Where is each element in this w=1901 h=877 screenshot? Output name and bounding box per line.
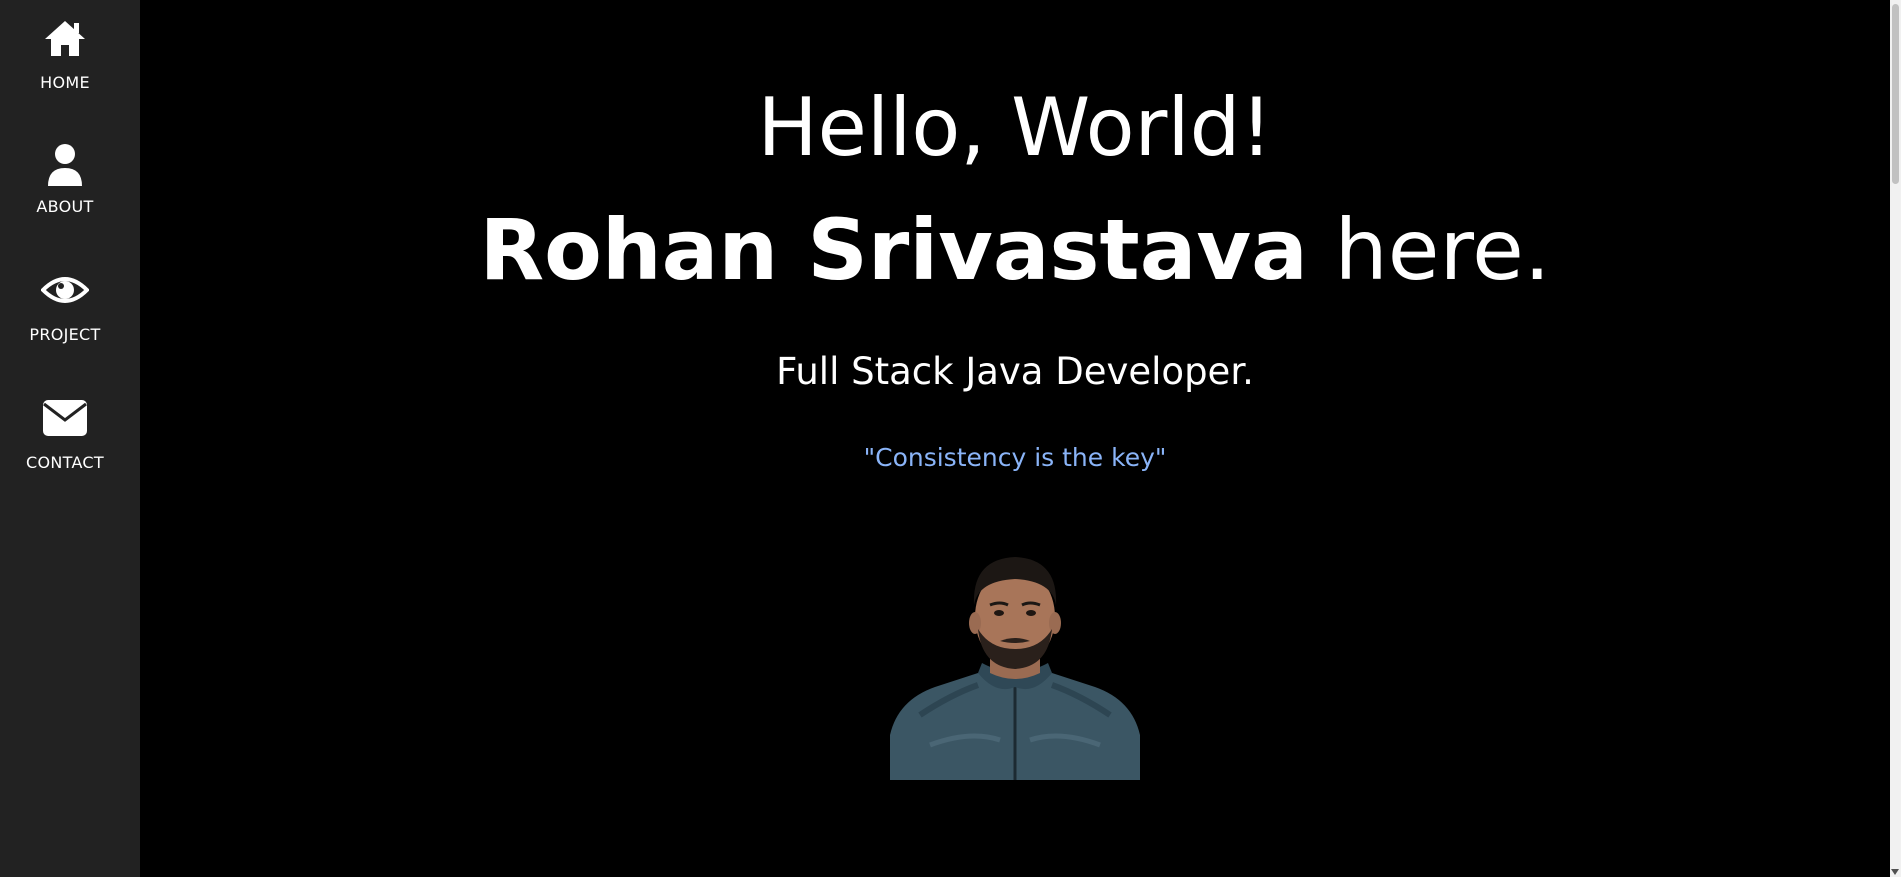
sidebar-item-label: CONTACT (26, 453, 104, 472)
envelope-icon (0, 398, 130, 444)
profile-photo (890, 557, 1140, 780)
scrollbar-thumb[interactable] (1892, 4, 1899, 184)
motto-quote: "Consistency is the key" (863, 443, 1167, 472)
developer-name: Rohan Srivastava (479, 201, 1308, 299)
name-suffix: here. (1307, 201, 1551, 299)
sidebar-item-about[interactable]: ABOUT (0, 142, 130, 216)
eye-icon (0, 270, 130, 316)
sidebar-item-contact[interactable]: CONTACT (0, 398, 130, 472)
sidebar-item-project[interactable]: PROJECT (0, 270, 130, 344)
greeting-heading: Hello, World! (757, 81, 1273, 174)
sidebar-item-home[interactable]: HOME (0, 18, 130, 92)
role-tagline: Full Stack Java Developer. (776, 350, 1254, 393)
name-heading: Rohan Srivastava here. (140, 200, 1890, 300)
home-icon (0, 18, 130, 64)
sidebar-nav: HOME ABOUT PROJECT CONTACT (0, 0, 140, 877)
sidebar-item-label: PROJECT (29, 325, 101, 344)
user-icon (0, 142, 130, 188)
hero-section: Hello, World! Rohan Srivastava here. Ful… (140, 0, 1890, 877)
scroll-down-arrow-icon[interactable] (1891, 869, 1899, 875)
sidebar-item-label: ABOUT (36, 197, 94, 216)
sidebar-item-label: HOME (40, 73, 90, 92)
page-scrollbar[interactable] (1890, 0, 1901, 877)
